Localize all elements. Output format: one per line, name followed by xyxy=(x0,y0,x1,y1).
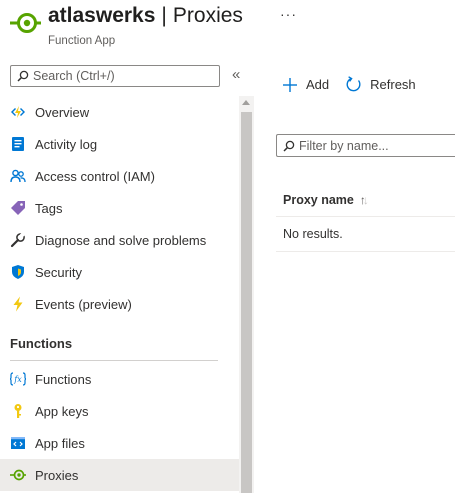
sidebar-item-app-keys[interactable]: App keys xyxy=(0,395,239,427)
sidebar-scrollbar[interactable] xyxy=(239,96,254,493)
sidebar-nav: Overview Activity log Access control (IA… xyxy=(0,96,239,491)
add-button[interactable]: Add xyxy=(282,77,329,93)
proxy-icon xyxy=(10,467,26,483)
function-icon: fx xyxy=(10,371,26,387)
sidebar-item-label: Functions xyxy=(35,371,92,387)
proxies-grid: Proxy name ↑↓ No results. xyxy=(276,184,455,252)
refresh-button[interactable]: Refresh xyxy=(345,76,416,93)
add-button-label: Add xyxy=(306,77,330,92)
sidebar-item-label: Activity log xyxy=(35,136,98,152)
shield-icon xyxy=(10,264,26,280)
search-icon xyxy=(283,140,295,152)
section-divider xyxy=(10,360,218,361)
scroll-up-arrow-icon[interactable] xyxy=(242,100,250,105)
people-icon xyxy=(10,168,26,184)
sidebar-item-label: App files xyxy=(35,435,85,451)
lightning-overview-icon xyxy=(10,104,26,120)
search-icon xyxy=(17,70,29,82)
command-bar: Add Refresh xyxy=(282,76,432,93)
svg-text:fx: fx xyxy=(13,375,22,384)
tag-icon xyxy=(10,200,26,216)
activity-log-icon xyxy=(10,136,26,152)
sidebar-item-app-files[interactable]: App files xyxy=(0,427,239,459)
refresh-icon xyxy=(346,76,361,92)
sidebar-item-label: Proxies xyxy=(35,467,79,483)
sidebar-item-label: App keys xyxy=(35,403,89,419)
resource-name: atlaswerks xyxy=(48,4,156,27)
sidebar-item-security[interactable]: Security xyxy=(0,256,239,288)
page-title: atlaswerks | Proxies xyxy=(48,4,243,28)
sidebar-item-overview[interactable]: Overview xyxy=(0,96,239,128)
blade-title: Proxies xyxy=(172,4,243,27)
sidebar-item-label: Overview xyxy=(35,104,90,120)
proxy-app-logo-icon xyxy=(10,13,41,33)
title-separator: | xyxy=(161,4,167,27)
empty-results-message: No results. xyxy=(276,217,455,252)
column-header-proxy-name[interactable]: Proxy name ↑↓ xyxy=(276,184,455,217)
sidebar-item-label: Access control (IAM) xyxy=(35,168,155,184)
sidebar-item-access-control[interactable]: Access control (IAM) xyxy=(0,160,239,192)
sidebar-search-box[interactable] xyxy=(10,65,220,87)
sidebar-item-functions[interactable]: fx Functions xyxy=(0,363,239,395)
sidebar-section-functions-heading: Functions xyxy=(10,336,73,351)
sidebar-item-events[interactable]: Events (preview) xyxy=(0,288,239,320)
sidebar-item-label: Tags xyxy=(35,200,63,216)
sidebar-item-label: Security xyxy=(35,264,82,280)
more-options-button[interactable]: ··· xyxy=(280,6,297,22)
sidebar-item-tags[interactable]: Tags xyxy=(0,192,239,224)
collapse-sidebar-button[interactable]: « xyxy=(232,66,240,83)
sidebar-item-activity-log[interactable]: Activity log xyxy=(0,128,239,160)
scrollbar-thumb[interactable] xyxy=(241,112,252,493)
column-label: Proxy name xyxy=(283,193,354,207)
refresh-button-label: Refresh xyxy=(370,77,416,92)
filter-box[interactable] xyxy=(276,134,455,157)
code-file-icon xyxy=(10,435,26,451)
sidebar-search-input[interactable] xyxy=(33,69,213,83)
key-icon xyxy=(10,403,26,419)
page-header: atlaswerks | Proxies ··· Function App xyxy=(0,0,455,60)
filter-by-name-input[interactable] xyxy=(299,138,449,153)
resource-type-subtitle: Function App xyxy=(48,35,116,47)
sidebar-item-label: Events (preview) xyxy=(35,296,132,312)
sort-icon[interactable]: ↑↓ xyxy=(360,193,369,207)
sidebar-item-label: Diagnose and solve problems xyxy=(35,232,207,248)
plus-icon xyxy=(283,77,297,92)
sidebar-item-diagnose[interactable]: Diagnose and solve problems xyxy=(0,224,239,256)
sort-descending-icon: ↓ xyxy=(362,193,369,207)
sidebar-item-proxies[interactable]: Proxies xyxy=(0,459,239,491)
wrench-icon xyxy=(10,232,26,248)
bolt-icon xyxy=(10,296,26,312)
